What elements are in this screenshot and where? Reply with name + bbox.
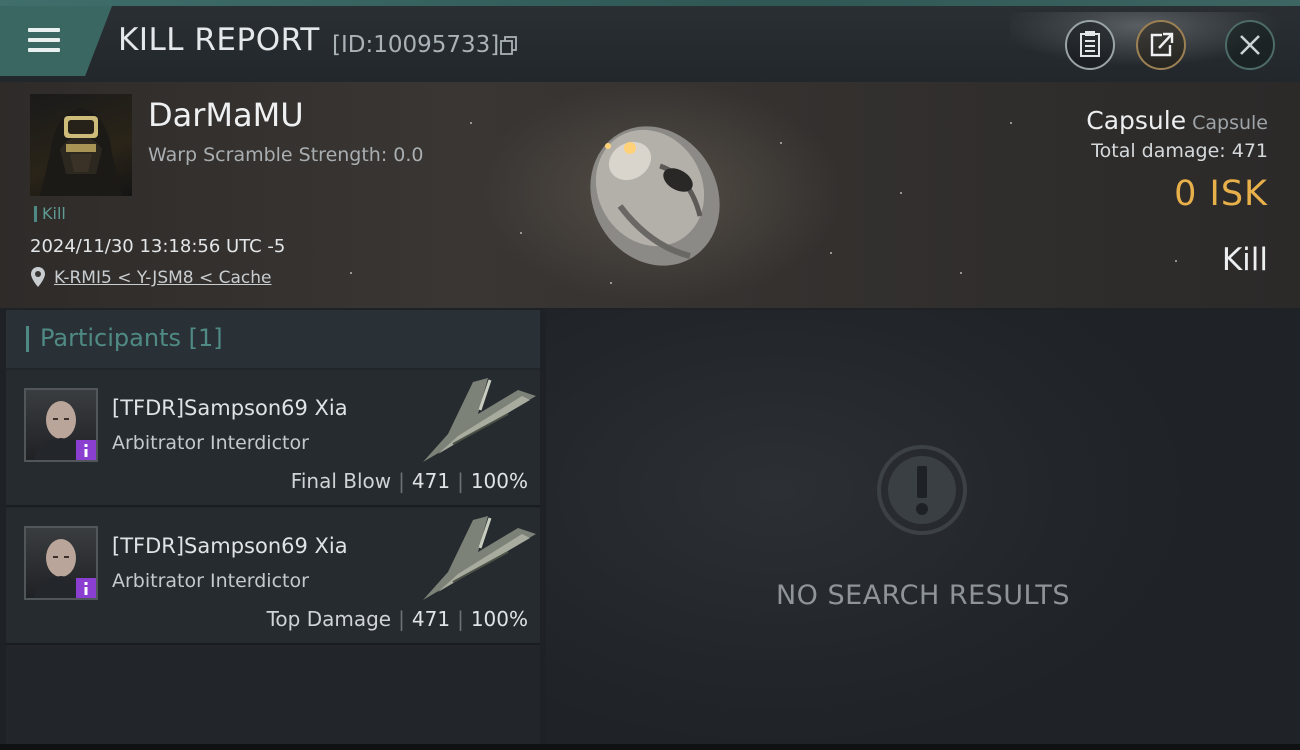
kill-tag: Kill <box>34 206 66 222</box>
warp-scramble-strength: Warp Scramble Strength: 0.0 <box>148 144 424 166</box>
participants-panel: Participants [1] [TFDR]Sampson69 Xia Arb… <box>6 310 540 750</box>
participant-damage: 471 <box>411 607 451 631</box>
participant-ship-image <box>418 374 538 466</box>
result-label: Kill <box>1221 242 1268 278</box>
participant-row[interactable]: [TFDR]Sampson69 Xia Arbitrator Interdict… <box>6 508 540 645</box>
no-results-text: NO SEARCH RESULTS <box>775 580 1071 611</box>
victim-ship-type: Capsule <box>1192 112 1268 134</box>
corp-badge-icon <box>76 440 96 460</box>
header-accent <box>26 326 29 352</box>
participant-percent: 100% <box>470 469 528 493</box>
close-button[interactable] <box>1225 20 1275 70</box>
participant-portrait[interactable] <box>24 526 98 600</box>
participant-ship-image <box>418 512 538 604</box>
corp-badge-icon <box>76 578 96 598</box>
hamburger-menu-icon[interactable] <box>24 24 64 56</box>
participant-name: [TFDR]Sampson69 Xia <box>112 396 348 420</box>
bottom-edge <box>0 744 1300 750</box>
kill-report-screen: KILL REPORT [ID:10095733] DarMaMU Warp S… <box>0 0 1300 750</box>
clipboard-icon <box>1080 31 1100 57</box>
share-button[interactable] <box>1136 20 1186 70</box>
participant-percent: 100% <box>470 607 528 631</box>
victim-portrait[interactable] <box>30 94 132 196</box>
page-title: KILL REPORT <box>118 22 320 58</box>
victim-ship-row[interactable]: Capsule Capsule <box>1086 106 1268 135</box>
warning-icon <box>876 444 968 536</box>
participant-stats: Final Blow | 471 | 100% <box>290 469 528 493</box>
participants-header: Participants [1] <box>6 310 540 368</box>
share-icon <box>1150 32 1174 57</box>
victim-banner: DarMaMU Warp Scramble Strength: 0.0 Kill… <box>0 82 1300 308</box>
participant-label: Top Damage <box>266 607 392 631</box>
victim-name[interactable]: DarMaMU <box>148 96 304 134</box>
participant-ship: Arbitrator Interdictor <box>112 570 309 592</box>
location-text: K-RMI5 < Y-JSM8 < Cache <box>54 268 272 288</box>
close-icon <box>1240 35 1260 55</box>
results-panel: NO SEARCH RESULTS <box>546 310 1300 750</box>
participant-row[interactable]: [TFDR]Sampson69 Xia Arbitrator Interdict… <box>6 370 540 507</box>
participant-stats: Top Damage | 471 | 100% <box>266 607 528 631</box>
participants-title: Participants [1] <box>40 324 223 352</box>
participant-portrait[interactable] <box>24 388 98 462</box>
report-id: [ID:10095733] <box>332 32 500 58</box>
copy-icon[interactable] <box>500 36 518 56</box>
kill-datetime: 2024/11/30 13:18:56 UTC -5 <box>30 236 286 257</box>
victim-ship-name: Capsule <box>1086 106 1187 135</box>
clipboard-button[interactable] <box>1065 20 1115 70</box>
participant-label: Final Blow <box>290 469 392 493</box>
participant-ship: Arbitrator Interdictor <box>112 432 309 454</box>
isk-value: 0 ISK <box>1174 174 1268 214</box>
total-damage: Total damage: 471 <box>1091 140 1268 162</box>
participant-damage: 471 <box>411 469 451 493</box>
location-pin-icon <box>31 267 45 287</box>
participant-name: [TFDR]Sampson69 Xia <box>112 534 348 558</box>
capsule-ship-image <box>560 106 750 276</box>
